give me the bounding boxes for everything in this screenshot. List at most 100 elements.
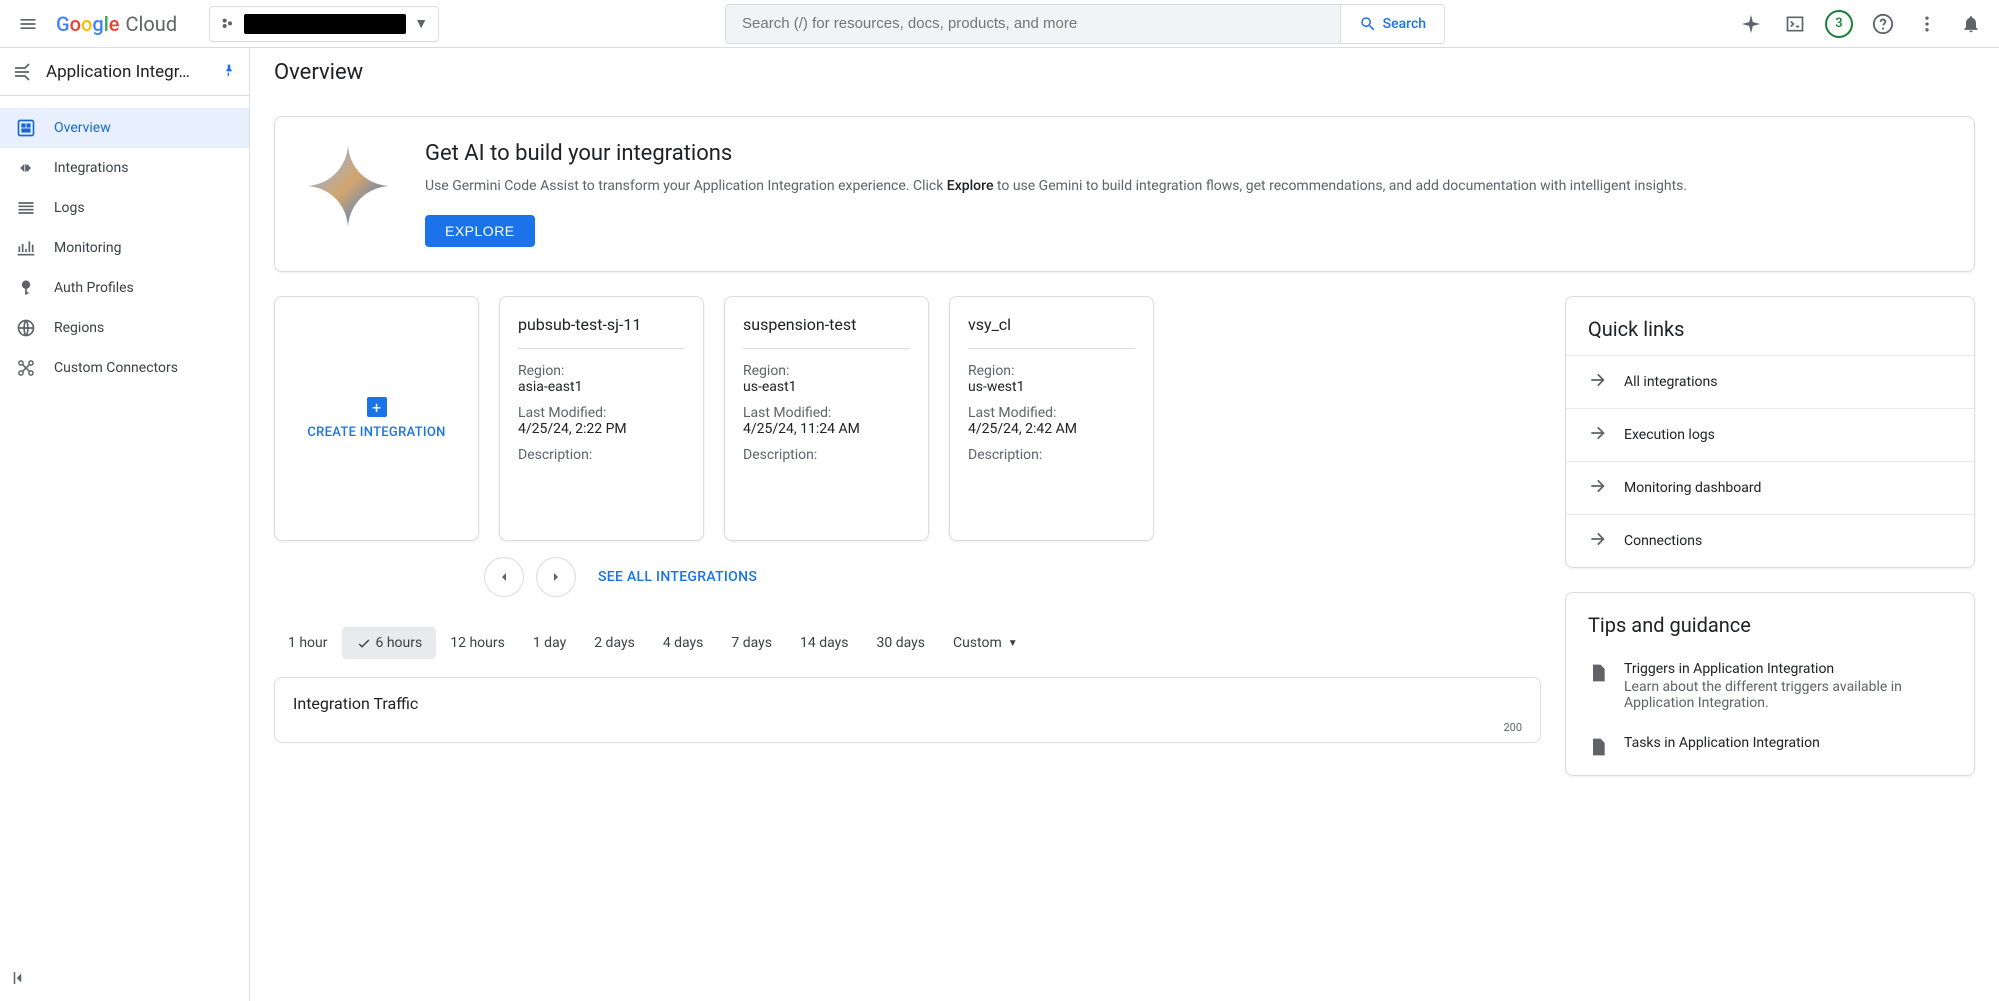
quick-link-label: All integrations	[1624, 374, 1717, 390]
search-icon	[1359, 15, 1377, 33]
modified-label: Last Modified:	[743, 405, 910, 421]
time-range-label: 6 hours	[376, 635, 423, 651]
time-range-4-days[interactable]: 4 days	[649, 627, 718, 659]
chevron-left-icon	[496, 569, 512, 585]
modified-value: 4/25/24, 11:24 AM	[743, 421, 910, 437]
region-label: Region:	[743, 363, 910, 379]
quick-link-label: Connections	[1624, 533, 1702, 549]
region-value: asia-east1	[518, 379, 685, 395]
hamburger-menu-button[interactable]	[8, 4, 48, 44]
time-range-label: 14 days	[800, 635, 848, 651]
nav-integrations[interactable]: Integrations	[0, 148, 249, 188]
collapse-sidebar-button[interactable]	[10, 969, 28, 991]
nav-label: Auth Profiles	[54, 280, 134, 296]
sidebar-header: Application Integr…	[0, 48, 249, 96]
document-icon	[1588, 737, 1608, 761]
time-range-label: 7 days	[731, 635, 772, 651]
region-label: Region:	[518, 363, 685, 379]
quick-link-item[interactable]: Connections	[1566, 514, 1974, 567]
nav-auth-profiles[interactable]: Auth Profiles	[0, 268, 249, 308]
free-trial-badge[interactable]: 3	[1819, 4, 1859, 44]
time-range-6-hours[interactable]: 6 hours	[342, 627, 437, 659]
nav-label: Monitoring	[54, 240, 122, 256]
chevron-left-icon	[10, 969, 28, 987]
nav-label: Logs	[54, 200, 85, 216]
tip-item[interactable]: Tasks in Application Integration	[1566, 725, 1974, 775]
time-range-label: 1 day	[533, 635, 566, 651]
time-range-1-hour[interactable]: 1 hour	[274, 627, 342, 659]
help-icon	[1872, 13, 1894, 35]
help-button[interactable]	[1863, 4, 1903, 44]
integration-traffic-card: Integration Traffic 200	[274, 677, 1541, 743]
nav-regions[interactable]: Regions	[0, 308, 249, 348]
integration-card[interactable]: pubsub-test-sj-11 Region:asia-east1 Last…	[499, 296, 704, 541]
nav-label: Custom Connectors	[54, 360, 178, 376]
search-box: Search	[725, 4, 1445, 44]
traffic-title: Integration Traffic	[293, 694, 1522, 713]
vertical-dots-icon	[1917, 14, 1937, 34]
header-right: 3	[1731, 4, 1991, 44]
monitoring-icon	[16, 238, 36, 258]
app-integration-icon	[12, 60, 36, 84]
main-content: Overview Get AI to build your integratio…	[250, 48, 1999, 1001]
pin-button[interactable]	[221, 62, 237, 82]
time-range-30-days[interactable]: 30 days	[863, 627, 939, 659]
page-title: Overview	[274, 60, 363, 85]
top-header: Google Cloud ▼ Search 3	[0, 0, 1999, 48]
create-integration-card[interactable]: + CREATE INTEGRATION	[274, 296, 479, 541]
gemini-spark-icon	[1740, 13, 1762, 35]
time-range-custom[interactable]: Custom▼	[939, 627, 1032, 659]
tip-title: Triggers in Application Integration	[1624, 661, 1952, 677]
quick-link-item[interactable]: All integrations	[1566, 355, 1974, 408]
gemini-button[interactable]	[1731, 4, 1771, 44]
y-axis-max: 200	[293, 721, 1522, 734]
tip-item[interactable]: Triggers in Application Integration Learn…	[1566, 651, 1974, 725]
search-button[interactable]: Search	[1340, 5, 1444, 43]
create-integration-label: CREATE INTEGRATION	[307, 425, 445, 440]
page-header: Overview	[250, 48, 1999, 96]
chevron-right-icon	[548, 569, 564, 585]
integration-card[interactable]: suspension-test Region:us-east1 Last Mod…	[724, 296, 929, 541]
pin-icon	[221, 62, 237, 78]
time-range-1-day[interactable]: 1 day	[519, 627, 580, 659]
tip-desc: Learn about the different triggers avail…	[1624, 679, 1952, 711]
nav-monitoring[interactable]: Monitoring	[0, 228, 249, 268]
nav-custom-connectors[interactable]: Custom Connectors	[0, 348, 249, 388]
modified-value: 4/25/24, 2:42 AM	[968, 421, 1135, 437]
connectors-icon	[16, 358, 36, 378]
time-range-7-days[interactable]: 7 days	[717, 627, 786, 659]
nav-logs[interactable]: Logs	[0, 188, 249, 228]
arrow-right-icon	[1588, 370, 1608, 394]
google-cloud-logo[interactable]: Google Cloud	[56, 12, 177, 36]
more-button[interactable]	[1907, 4, 1947, 44]
hero-title: Get AI to build your integrations	[425, 141, 1687, 166]
quick-links-title: Quick links	[1566, 297, 1974, 355]
time-range-label: 4 days	[663, 635, 704, 651]
region-value: us-east1	[743, 379, 910, 395]
see-all-integrations-link[interactable]: SEE ALL INTEGRATIONS	[598, 569, 757, 585]
project-selector[interactable]: ▼	[209, 6, 439, 42]
time-range-14-days[interactable]: 14 days	[786, 627, 862, 659]
time-range-12-hours[interactable]: 12 hours	[436, 627, 519, 659]
terminal-icon	[1785, 14, 1805, 34]
project-icon	[220, 16, 236, 32]
key-icon	[16, 278, 36, 298]
search-input[interactable]	[726, 5, 1340, 43]
time-range-2-days[interactable]: 2 days	[580, 627, 649, 659]
integration-card[interactable]: vsy_cl Region:us-west1 Last Modified:4/2…	[949, 296, 1154, 541]
quick-link-item[interactable]: Execution logs	[1566, 408, 1974, 461]
integrations-icon	[16, 158, 36, 178]
quick-link-item[interactable]: Monitoring dashboard	[1566, 461, 1974, 514]
quick-link-label: Execution logs	[1624, 427, 1715, 443]
nav-overview[interactable]: Overview	[0, 108, 249, 148]
integration-name: vsy_cl	[968, 315, 1135, 349]
globe-icon	[16, 318, 36, 338]
arrow-right-icon	[1588, 476, 1608, 500]
next-page-button[interactable]	[536, 557, 576, 597]
sidebar-title: Application Integr…	[46, 62, 211, 82]
explore-button[interactable]: EXPLORE	[425, 215, 535, 247]
cloud-shell-button[interactable]	[1775, 4, 1815, 44]
prev-page-button[interactable]	[484, 557, 524, 597]
nav-label: Integrations	[54, 160, 128, 176]
notifications-button[interactable]	[1951, 4, 1991, 44]
